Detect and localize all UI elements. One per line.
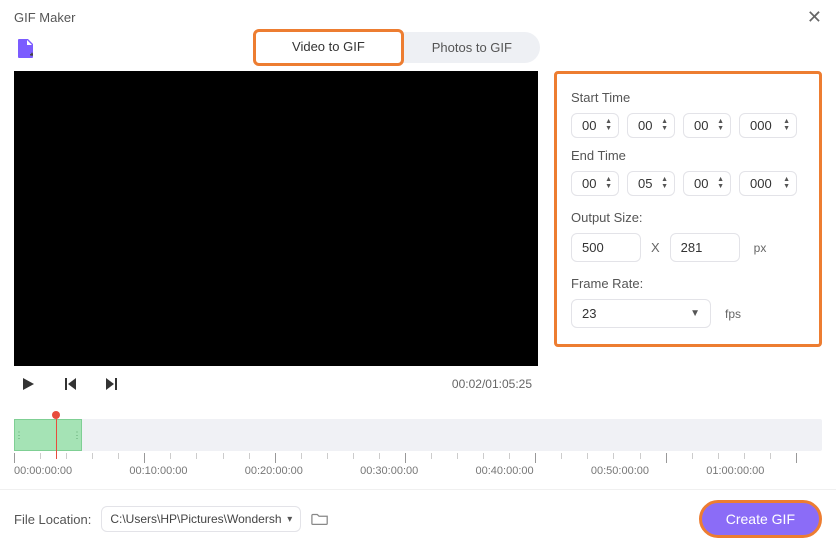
chevron-down-icon: ▾ <box>287 514 292 525</box>
selection-clip[interactable]: ⋮ ⋮ <box>14 419 82 451</box>
clip-right-handle[interactable]: ⋮ <box>73 420 81 450</box>
frame-rate-select[interactable]: 23 ▼ <box>571 299 711 328</box>
play-icon[interactable] <box>20 376 36 392</box>
output-height-input[interactable]: 281 <box>670 233 740 262</box>
create-gif-button[interactable]: Create GIF <box>699 500 822 538</box>
fps-unit: fps <box>725 307 741 321</box>
chevron-down-icon: ▼ <box>661 126 668 132</box>
app-logo-icon <box>14 36 38 60</box>
chevron-down-icon: ▼ <box>690 308 700 319</box>
output-size-label: Output Size: <box>571 210 805 225</box>
file-location-select[interactable]: C:\Users\HP\Pictures\Wondersh ▾ <box>101 506 301 532</box>
mode-tabs: Video to GIF Photos to GIF <box>256 32 540 63</box>
close-icon[interactable]: ✕ <box>807 8 822 26</box>
settings-panel: Start Time 00▲▼ 00▲▼ 00▲▼ 000▲▼ End Time… <box>554 71 822 347</box>
frame-rate-label: Frame Rate: <box>571 276 805 291</box>
playback-controls: 00:02/01:05:25 <box>14 366 538 402</box>
chevron-down-icon: ▼ <box>717 184 724 190</box>
next-icon[interactable] <box>104 376 120 392</box>
ruler-mark: 00:50:00:00 <box>591 465 706 477</box>
chevron-down-icon: ▼ <box>783 126 790 132</box>
open-folder-icon[interactable] <box>311 511 329 527</box>
window-title: GIF Maker <box>14 10 75 25</box>
end-hours-stepper[interactable]: 00▲▼ <box>571 171 619 196</box>
timeline-ruler: 00:00:00:00 00:10:00:00 00:20:00:00 00:3… <box>14 453 822 489</box>
chevron-down-icon: ▼ <box>717 126 724 132</box>
start-seconds-stepper[interactable]: 00▲▼ <box>683 113 731 138</box>
timeline-track[interactable]: ⋮ ⋮ <box>14 419 822 451</box>
start-time-label: Start Time <box>571 90 805 105</box>
start-minutes-stepper[interactable]: 00▲▼ <box>627 113 675 138</box>
playhead[interactable] <box>52 411 60 459</box>
prev-icon[interactable] <box>62 376 78 392</box>
end-seconds-stepper[interactable]: 00▲▼ <box>683 171 731 196</box>
output-width-input[interactable]: 500 <box>571 233 641 262</box>
ruler-mark: 01:00:00:00 <box>706 465 821 477</box>
size-separator: X <box>651 240 660 255</box>
header-row: Video to GIF Photos to GIF <box>0 30 836 71</box>
chevron-down-icon: ▼ <box>661 184 668 190</box>
end-ms-stepper[interactable]: 000▲▼ <box>739 171 797 196</box>
start-hours-stepper[interactable]: 00▲▼ <box>571 113 619 138</box>
px-unit: px <box>754 241 767 255</box>
tab-video-to-gif[interactable]: Video to GIF <box>253 29 404 66</box>
ruler-mark: 00:40:00:00 <box>476 465 591 477</box>
end-minutes-stepper[interactable]: 05▲▼ <box>627 171 675 196</box>
ruler-mark: 00:00:00:00 <box>14 465 129 477</box>
clip-left-handle[interactable]: ⋮ <box>15 420 23 450</box>
ruler-mark: 00:30:00:00 <box>360 465 475 477</box>
chevron-down-icon: ▼ <box>605 184 612 190</box>
chevron-down-icon: ▼ <box>605 126 612 132</box>
ruler-mark: 00:20:00:00 <box>245 465 360 477</box>
playback-time: 00:02/01:05:25 <box>452 377 532 391</box>
playhead-dot-icon <box>52 411 60 419</box>
file-location-label: File Location: <box>14 512 91 527</box>
start-ms-stepper[interactable]: 000▲▼ <box>739 113 797 138</box>
ruler-mark: 00:10:00:00 <box>129 465 244 477</box>
video-preview[interactable] <box>14 71 538 366</box>
end-time-label: End Time <box>571 148 805 163</box>
chevron-down-icon: ▼ <box>783 184 790 190</box>
title-bar: GIF Maker ✕ <box>0 0 836 30</box>
tab-photos-to-gif[interactable]: Photos to GIF <box>404 32 540 63</box>
